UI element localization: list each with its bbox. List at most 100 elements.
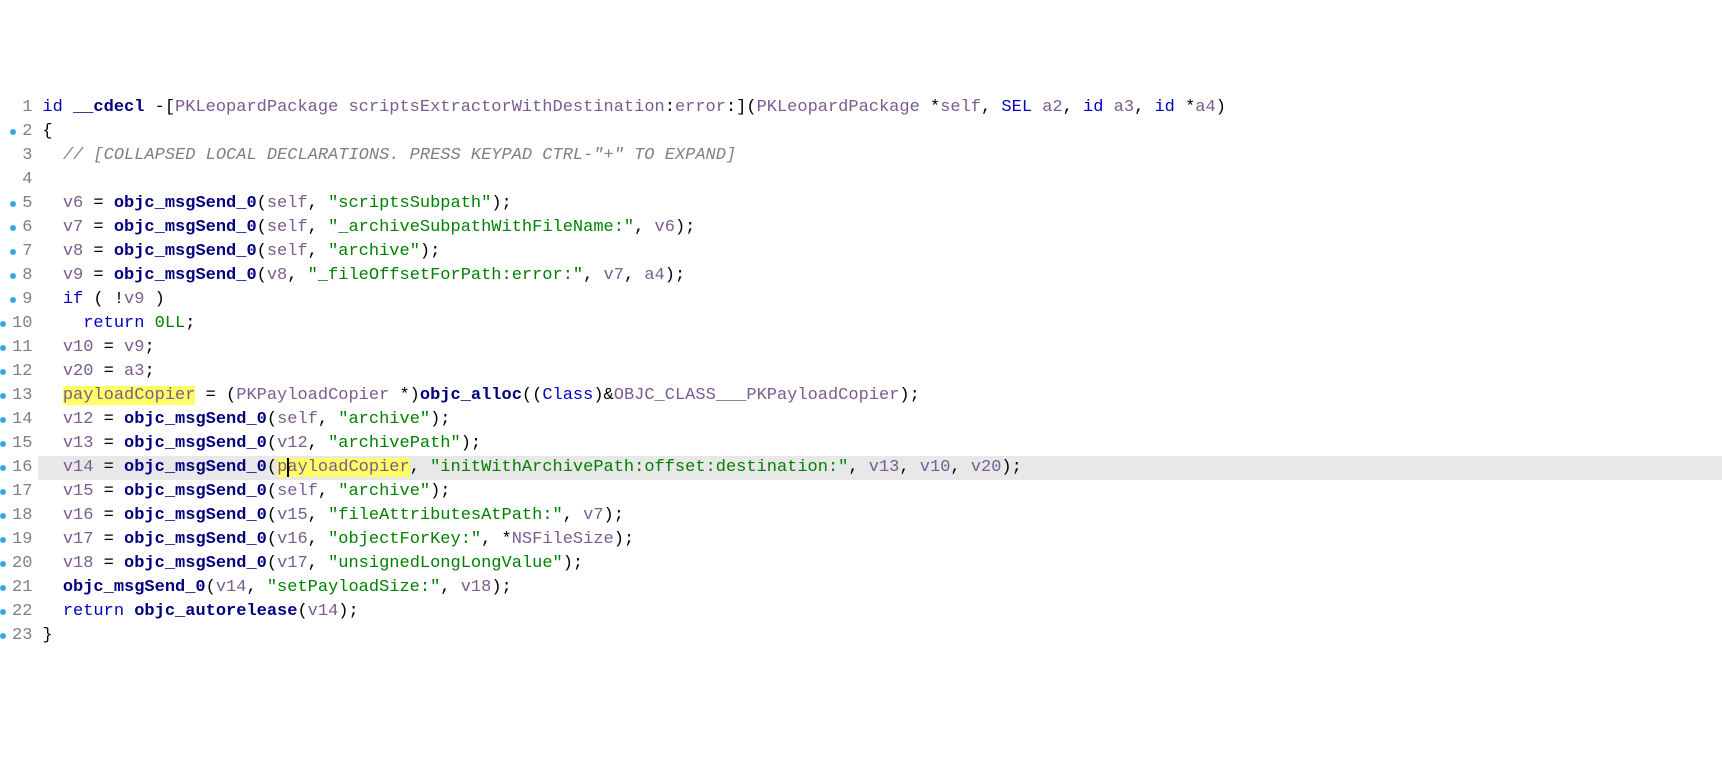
line-number[interactable]: 16 (0, 456, 32, 480)
code-line[interactable] (38, 168, 1722, 192)
token: objc_msgSend_0 (124, 554, 267, 573)
token: objc_msgSend_0 (114, 242, 257, 261)
token: , (308, 218, 328, 237)
token: = (93, 434, 124, 453)
line-number[interactable]: 22 (0, 600, 32, 624)
token: v13 (869, 458, 900, 477)
token (42, 266, 62, 285)
code-line[interactable]: v14 = objc_msgSend_0(payloadCopier, "ini… (38, 456, 1722, 480)
token: , (318, 482, 338, 501)
code-line[interactable]: v7 = objc_msgSend_0(self, "_archiveSubpa… (38, 216, 1722, 240)
token: v16 (277, 530, 308, 549)
code-line[interactable]: objc_msgSend_0(v14, "setPayloadSize:", v… (38, 576, 1722, 600)
code-line[interactable]: v6 = objc_msgSend_0(self, "scriptsSubpat… (38, 192, 1722, 216)
token: = (93, 458, 124, 477)
token (42, 578, 62, 597)
code-line[interactable]: v13 = objc_msgSend_0(v12, "archivePath")… (38, 432, 1722, 456)
line-number[interactable]: 2 (0, 120, 32, 144)
line-number[interactable]: 10 (0, 312, 32, 336)
line-number[interactable]: 8 (0, 264, 32, 288)
token: , (246, 578, 266, 597)
token: v17 (277, 554, 308, 573)
code-line[interactable]: id __cdecl -[PKLeopardPackage scriptsExt… (38, 96, 1722, 120)
decompiler-view[interactable]: 1234567891011121314151617181920212223 id… (0, 96, 1722, 648)
token: ( ! (83, 290, 124, 309)
token: ( (267, 410, 277, 429)
line-number-gutter[interactable]: 1234567891011121314151617181920212223 (0, 96, 38, 648)
token: return (83, 314, 144, 333)
token: , (624, 266, 644, 285)
token: objc_msgSend_0 (124, 458, 267, 477)
token: SEL (1001, 98, 1042, 117)
token: , (563, 506, 583, 525)
code-line[interactable]: { (38, 120, 1722, 144)
token: , (583, 266, 603, 285)
line-number[interactable]: 12 (0, 360, 32, 384)
line-number-text: 17 (12, 480, 32, 504)
token: v12 (63, 410, 94, 429)
token: { (42, 122, 52, 141)
line-number[interactable]: 13 (0, 384, 32, 408)
code-line[interactable]: v20 = a3; (38, 360, 1722, 384)
line-number-text: 5 (22, 192, 32, 216)
token: v17 (63, 530, 94, 549)
line-number[interactable]: 18 (0, 504, 32, 528)
token: = (93, 482, 124, 501)
code-line[interactable]: v8 = objc_msgSend_0(self, "archive"); (38, 240, 1722, 264)
code-line[interactable]: // [COLLAPSED LOCAL DECLARATIONS. PRESS … (38, 144, 1722, 168)
token: , (318, 410, 338, 429)
token: ); (614, 530, 634, 549)
code-line[interactable]: v18 = objc_msgSend_0(v17, "unsignedLongL… (38, 552, 1722, 576)
line-number-text: 9 (22, 288, 32, 312)
token: ( (267, 530, 277, 549)
line-number[interactable]: 23 (0, 624, 32, 648)
token: objc_msgSend_0 (114, 194, 257, 213)
line-number[interactable]: 17 (0, 480, 32, 504)
token: ); (604, 506, 624, 525)
code-line[interactable]: v9 = objc_msgSend_0(v8, "_fileOffsetForP… (38, 264, 1722, 288)
token: ; (144, 362, 154, 381)
token: self (277, 482, 318, 501)
code-line[interactable]: payloadCopier = (PKPayloadCopier *)objc_… (38, 384, 1722, 408)
token: ); (491, 194, 511, 213)
line-number[interactable]: 21 (0, 576, 32, 600)
line-number[interactable]: 15 (0, 432, 32, 456)
code-line[interactable]: } (38, 624, 1722, 648)
token: , * (481, 530, 512, 549)
line-number[interactable]: 3 (0, 144, 32, 168)
token: , (308, 434, 328, 453)
token: ( (257, 266, 267, 285)
token: if (63, 290, 83, 309)
token: payloadCopier (63, 386, 196, 405)
line-number[interactable]: 9 (0, 288, 32, 312)
token: v7 (583, 506, 603, 525)
code-line[interactable]: v17 = objc_msgSend_0(v16, "objectForKey:… (38, 528, 1722, 552)
code-line[interactable]: if ( !v9 ) (38, 288, 1722, 312)
line-number[interactable]: 14 (0, 408, 32, 432)
line-number[interactable]: 20 (0, 552, 32, 576)
line-number[interactable]: 7 (0, 240, 32, 264)
line-number-text: 6 (22, 216, 32, 240)
line-number[interactable]: 19 (0, 528, 32, 552)
code-line[interactable]: v12 = objc_msgSend_0(self, "archive"); (38, 408, 1722, 432)
code-line[interactable]: v15 = objc_msgSend_0(self, "archive"); (38, 480, 1722, 504)
code-area[interactable]: id __cdecl -[PKLeopardPackage scriptsExt… (38, 96, 1722, 648)
line-number-text: 1 (22, 96, 32, 120)
line-number[interactable]: 5 (0, 192, 32, 216)
token: id (42, 98, 73, 117)
line-number[interactable]: 6 (0, 216, 32, 240)
token: , (308, 554, 328, 573)
token: p (277, 458, 287, 477)
token: v16 (63, 506, 94, 525)
line-number[interactable]: 11 (0, 336, 32, 360)
token: * (1185, 98, 1195, 117)
token: ); (430, 482, 450, 501)
code-line[interactable]: v16 = objc_msgSend_0(v15, "fileAttribute… (38, 504, 1722, 528)
code-line[interactable]: return 0LL; (38, 312, 1722, 336)
line-number[interactable]: 4 (0, 168, 32, 192)
line-number[interactable]: 1 (0, 96, 32, 120)
code-line[interactable]: return objc_autorelease(v14); (38, 600, 1722, 624)
token: a (287, 458, 297, 477)
code-line[interactable]: v10 = v9; (38, 336, 1722, 360)
token: ); (675, 218, 695, 237)
